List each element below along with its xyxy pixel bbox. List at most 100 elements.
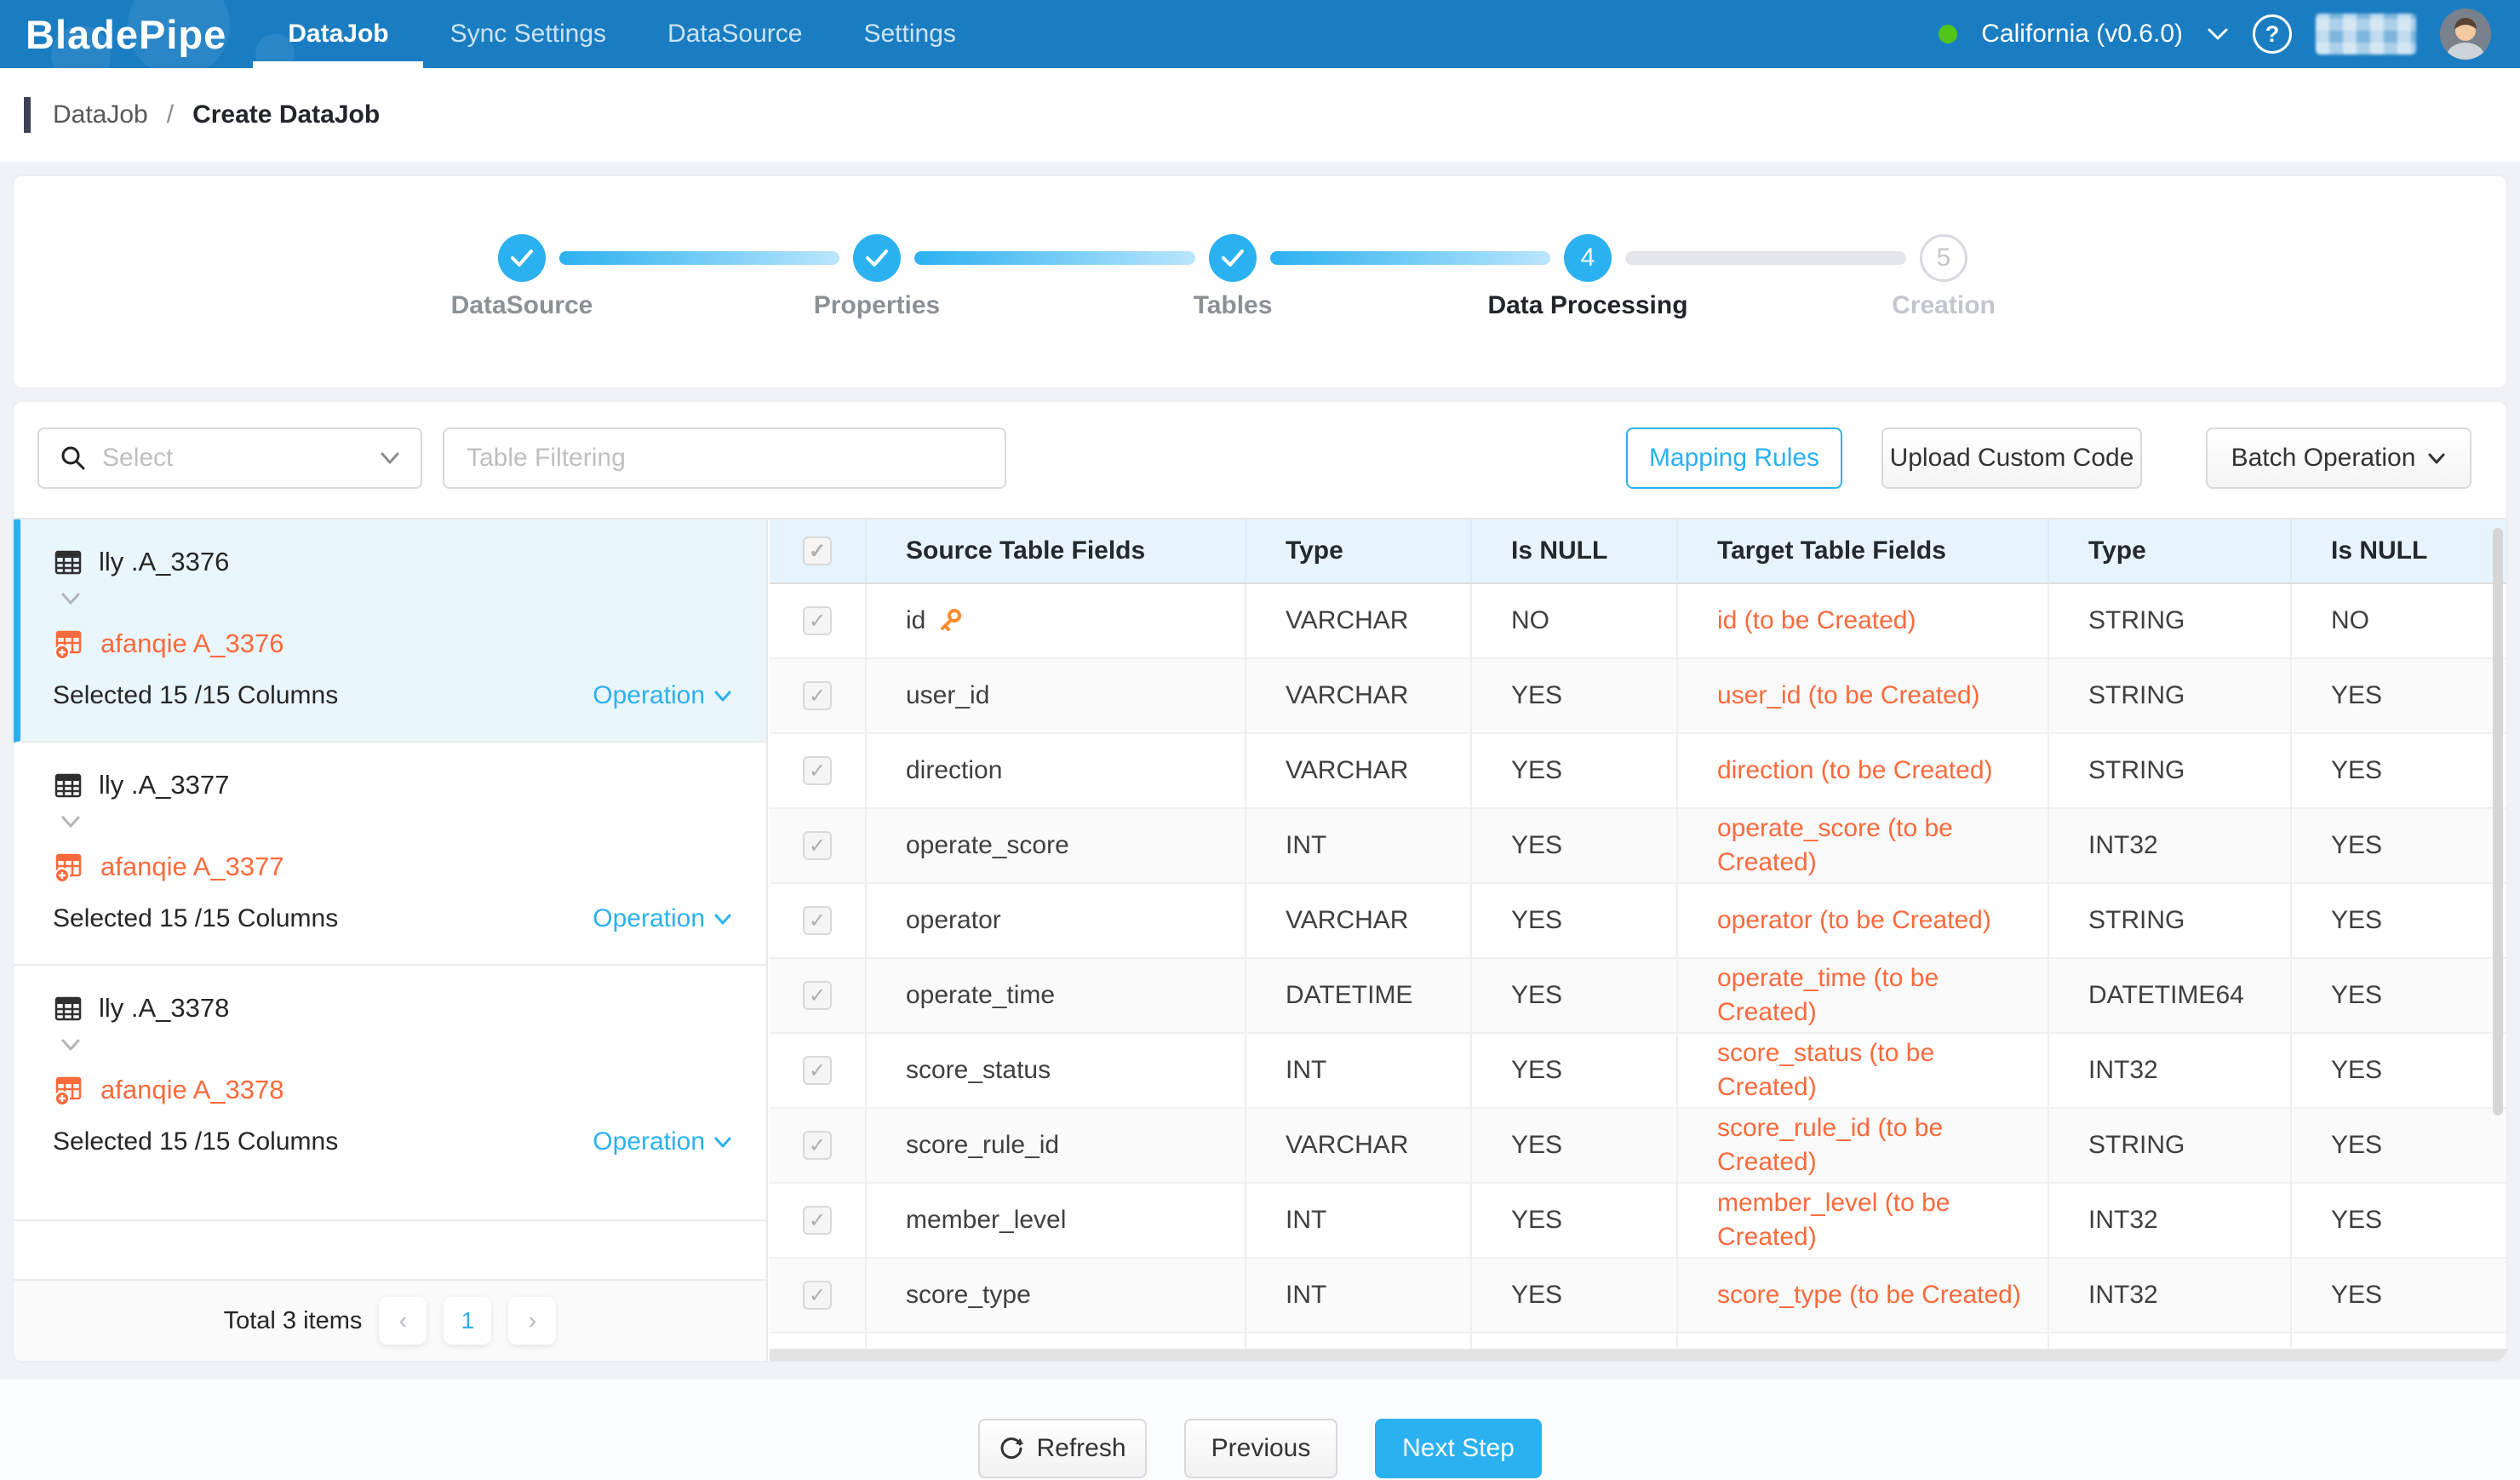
target-table-name: afanqie A_3376 xyxy=(100,628,284,659)
target-type-cell: INT32 xyxy=(2049,1259,2292,1334)
cluster-version-label[interactable]: California (v0.6.0) xyxy=(1981,20,2183,49)
checkbox[interactable]: ✓ xyxy=(803,981,832,1010)
target-field-cell[interactable]: operate_time (to be Created) xyxy=(1678,959,2049,1034)
mapping-expand-toggle[interactable] xyxy=(60,591,732,611)
pagination-next-button[interactable]: › xyxy=(508,1297,556,1345)
horizontal-scrollbar[interactable] xyxy=(770,1349,2506,1361)
pagination-page-1-button[interactable]: 1 xyxy=(444,1297,491,1345)
breadcrumb-datajob[interactable]: DataJob xyxy=(53,100,148,129)
header-target-table-fields-3: Target Table Fields xyxy=(1678,519,2049,584)
checkbox[interactable]: ✓ xyxy=(803,1056,832,1085)
next-step-button[interactable]: Next Step xyxy=(1375,1419,1542,1478)
target-isnull-cell: YES xyxy=(2292,659,2506,734)
step-creation-circle[interactable]: 5 xyxy=(1920,234,1967,282)
mapping-rules-button[interactable]: Mapping Rules xyxy=(1626,427,1842,489)
source-isnull-cell: YES xyxy=(1472,809,1678,884)
step-tables-circle[interactable] xyxy=(1209,234,1257,282)
nav-tab-datajob[interactable]: DataJob xyxy=(288,0,388,68)
operation-dropdown-link[interactable]: Operation xyxy=(593,681,732,710)
source-field-cell: operator xyxy=(867,884,1246,959)
operation-dropdown-link[interactable]: Operation xyxy=(593,904,732,933)
expand-chevron-icon[interactable] xyxy=(60,591,82,606)
previous-button[interactable]: Previous xyxy=(1184,1419,1337,1478)
target-table-create-icon xyxy=(53,628,85,660)
checkbox[interactable]: ✓ xyxy=(803,1206,832,1235)
step-data-processing-circle[interactable]: 4 xyxy=(1564,234,1612,282)
expand-chevron-icon[interactable] xyxy=(60,814,82,829)
refresh-label: Refresh xyxy=(1036,1434,1125,1463)
upload-custom-code-button[interactable]: Upload Custom Code xyxy=(1881,427,2142,489)
step-tables-label: Tables xyxy=(1080,291,1386,320)
table-list-item[interactable]: lly .A_3376afanqie A_3376Selected 15 /15… xyxy=(14,519,766,743)
source-isnull-cell: YES xyxy=(1472,1184,1678,1259)
source-table-name-row: lly .A_3378 xyxy=(53,990,732,1027)
checkbox[interactable]: ✓ xyxy=(803,536,832,565)
header-type-1: Type xyxy=(1246,519,1472,584)
target-isnull-cell: YES xyxy=(2292,959,2506,1034)
target-table-name-row: afanqie A_3378 xyxy=(53,1071,732,1109)
chevron-down-icon xyxy=(713,690,732,703)
pagination-prev-button[interactable]: ‹ xyxy=(379,1297,427,1345)
target-field-cell[interactable]: member_level (to be Created) xyxy=(1678,1184,2049,1259)
mapping-expand-toggle[interactable] xyxy=(60,1037,732,1058)
source-table-name: lly .A_3378 xyxy=(99,993,229,1024)
checkbox[interactable]: ✓ xyxy=(803,681,832,710)
selected-columns-count: Selected 15 /15 Columns xyxy=(53,1127,338,1156)
field-row-score-rule-id: ✓score_rule_idVARCHARYESscore_rule_id (t… xyxy=(770,1109,2506,1184)
source-type-cell: INT xyxy=(1246,1184,1472,1259)
row-select-cell: ✓ xyxy=(770,1034,867,1109)
checkbox[interactable]: ✓ xyxy=(803,606,832,635)
target-isnull-cell: YES xyxy=(2292,734,2506,809)
source-isnull-cell: YES xyxy=(1472,734,1678,809)
checkbox[interactable]: ✓ xyxy=(803,1131,832,1160)
target-field-cell[interactable]: operate_score (to be Created) xyxy=(1678,809,2049,884)
step-datasource-circle[interactable] xyxy=(498,234,546,282)
table-list-item[interactable]: lly .A_3377afanqie A_3377Selected 15 /15… xyxy=(14,743,766,966)
refresh-button[interactable]: Refresh xyxy=(978,1419,1147,1478)
target-field-cell[interactable]: user_id (to be Created) xyxy=(1678,659,2049,734)
source-table-icon xyxy=(53,993,83,1024)
nav-tab-sync-settings[interactable]: Sync Settings xyxy=(450,0,606,68)
source-isnull-cell: YES xyxy=(1472,884,1678,959)
chevron-down-icon[interactable] xyxy=(2207,26,2229,42)
source-type-cell: VARCHAR xyxy=(1246,1109,1472,1184)
page-title: Create DataJob xyxy=(192,100,380,129)
operation-dropdown-link[interactable]: Operation xyxy=(593,1127,732,1156)
step-datasource-label: DataSource xyxy=(369,291,675,320)
mapping-content: lly .A_3376afanqie A_3376Selected 15 /15… xyxy=(14,518,2506,1361)
table-filtering-input[interactable] xyxy=(443,427,1006,489)
row-select-cell: ✓ xyxy=(770,1259,867,1334)
field-table-body: ✓idVARCHARNOid (to be Created)STRINGNO✓u… xyxy=(770,584,2506,1361)
target-field-cell[interactable]: id (to be Created) xyxy=(1678,584,2049,659)
user-avatar[interactable] xyxy=(2440,9,2491,60)
expand-chevron-icon[interactable] xyxy=(60,1037,82,1053)
mapping-expand-toggle[interactable] xyxy=(60,814,732,835)
table-select-dropdown[interactable]: Select xyxy=(37,427,422,489)
table-list-item[interactable]: lly .A_3378afanqie A_3378 Selected 15 /15… xyxy=(14,966,766,1221)
row-select-cell: ✓ xyxy=(770,1109,867,1184)
field-mapping-table: ✓Source Table FieldsTypeIs NULLTarget Ta… xyxy=(770,519,2506,1361)
help-icon[interactable]: ? xyxy=(2253,14,2292,54)
target-field-cell[interactable]: operator (to be Created) xyxy=(1678,884,2049,959)
refresh-icon xyxy=(999,1436,1024,1461)
target-field-cell[interactable]: score_status (to be Created) xyxy=(1678,1034,2049,1109)
checkbox[interactable]: ✓ xyxy=(803,1281,832,1310)
nav-tab-datasource[interactable]: DataSource xyxy=(667,0,802,68)
nav-tab-settings[interactable]: Settings xyxy=(863,0,955,68)
source-field-cell: score_status xyxy=(867,1034,1246,1109)
vertical-scrollbar[interactable] xyxy=(2493,528,2503,1116)
target-field-cell[interactable]: score_type (to be Created) xyxy=(1678,1259,2049,1334)
target-field-cell[interactable]: score_rule_id (to be Created) xyxy=(1678,1109,2049,1184)
target-table-create-icon xyxy=(53,1074,85,1106)
checkbox[interactable]: ✓ xyxy=(803,756,832,785)
target-isnull-cell: YES xyxy=(2292,1034,2506,1109)
step-properties-circle[interactable] xyxy=(853,234,901,282)
header-type-4: Type xyxy=(2049,519,2292,584)
target-isnull-cell: YES xyxy=(2292,1184,2506,1259)
step-connector xyxy=(914,251,1195,265)
target-field-cell[interactable]: direction (to be Created) xyxy=(1678,734,2049,809)
batch-operation-button[interactable]: Batch Operation xyxy=(2206,427,2471,489)
checkbox[interactable]: ✓ xyxy=(803,831,832,860)
row-select-cell: ✓ xyxy=(770,809,867,884)
checkbox[interactable]: ✓ xyxy=(803,906,832,935)
